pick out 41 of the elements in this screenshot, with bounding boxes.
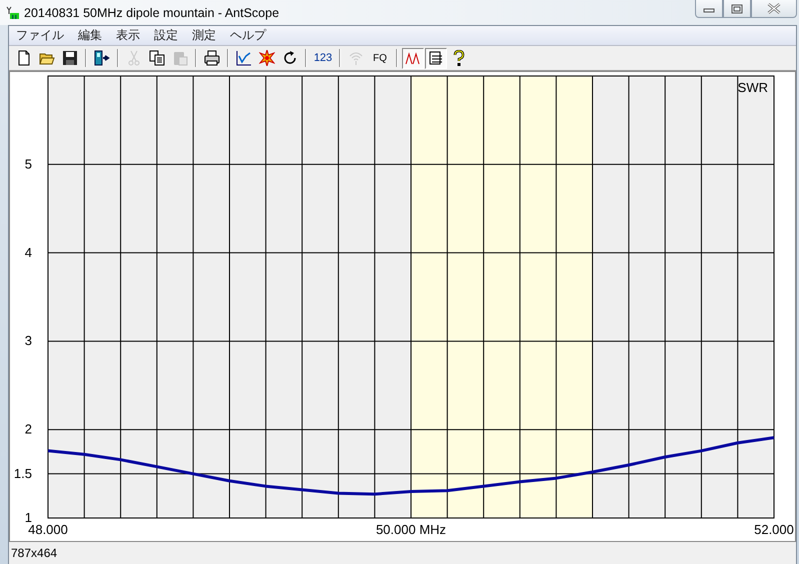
close-button[interactable]	[751, 0, 797, 18]
y-axis-label: 3	[24, 333, 32, 348]
close-icon	[767, 3, 781, 14]
menu-item[interactable]: 表示	[109, 26, 147, 45]
list-icon	[428, 50, 444, 66]
menu-item[interactable]: 編集	[71, 26, 109, 45]
y-axis-label: 1	[24, 510, 32, 525]
x-axis-label: 50.000 MHz	[376, 522, 446, 537]
refresh-icon	[282, 50, 298, 66]
y-axis-label: 2	[24, 422, 32, 437]
window-title: 20140831 50MHz dipole mountain - AntScope	[24, 6, 280, 20]
minimize-button[interactable]	[695, 0, 723, 18]
toolbar-button[interactable]	[425, 48, 447, 68]
save-icon	[62, 50, 78, 66]
y-axis-label: 1.5	[14, 466, 32, 481]
y-axis-label: 4	[24, 244, 32, 260]
copy-icon	[149, 50, 165, 66]
y-axis-label: 5	[24, 156, 32, 172]
app-icon	[6, 6, 20, 20]
menu-item[interactable]: 設定	[147, 26, 185, 45]
wireless-icon	[348, 50, 364, 66]
cut-icon	[126, 50, 142, 66]
burst-icon	[259, 50, 275, 66]
maximize-icon	[731, 4, 743, 14]
menu-item[interactable]: ヘルプ	[223, 26, 273, 45]
maximize-button[interactable]	[723, 0, 751, 18]
series-label: SWR	[738, 80, 768, 95]
export-icon	[94, 50, 110, 66]
peaks-icon	[405, 50, 421, 66]
new-icon	[16, 50, 32, 66]
menu-item[interactable]: 測定	[185, 26, 223, 45]
help-icon	[451, 50, 467, 66]
print-icon	[204, 50, 220, 66]
paste-icon	[172, 50, 188, 66]
x-axis-label: 48.000	[28, 522, 68, 537]
x-axis-label: 52.000	[754, 522, 794, 537]
toolbar-button[interactable]: 123	[311, 48, 335, 68]
toolbar-button[interactable]: FQ	[368, 48, 392, 68]
status-text: 787x464	[11, 546, 58, 560]
chart-icon	[236, 50, 252, 66]
menu-item[interactable]: ファイル	[9, 26, 71, 45]
